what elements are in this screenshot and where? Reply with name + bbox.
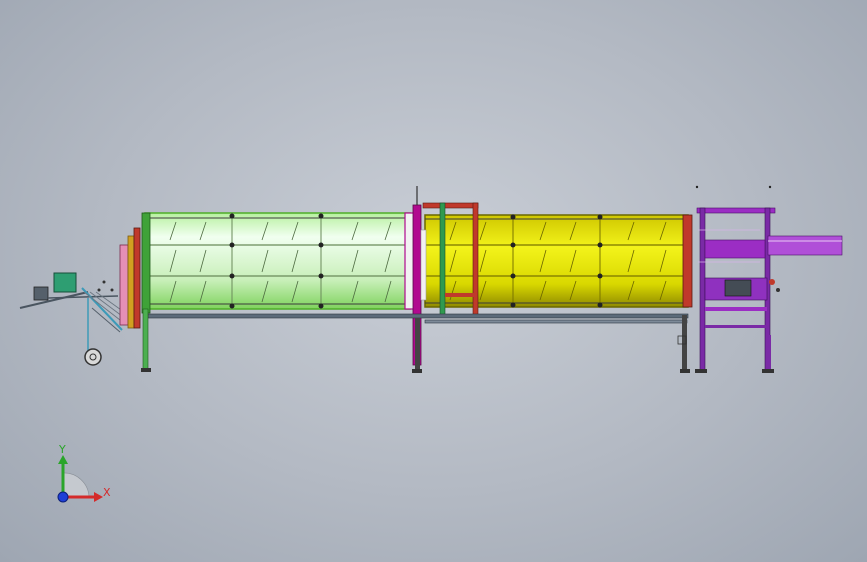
discharge-frame (695, 185, 843, 373)
cad-model-drawing[interactable] (0, 0, 867, 562)
cad-viewport[interactable]: Y X (0, 0, 867, 562)
triad-x-label: X (103, 486, 111, 499)
motor-box (53, 272, 77, 293)
feed-unit (19, 227, 141, 366)
triad-z-axis (57, 491, 69, 503)
drum-left (141, 212, 416, 314)
coordinate-triad (57, 455, 103, 503)
gearbox (33, 286, 49, 301)
pulley-wheel (84, 348, 102, 366)
base-rails (141, 308, 690, 373)
triad-y-label: Y (59, 443, 66, 456)
